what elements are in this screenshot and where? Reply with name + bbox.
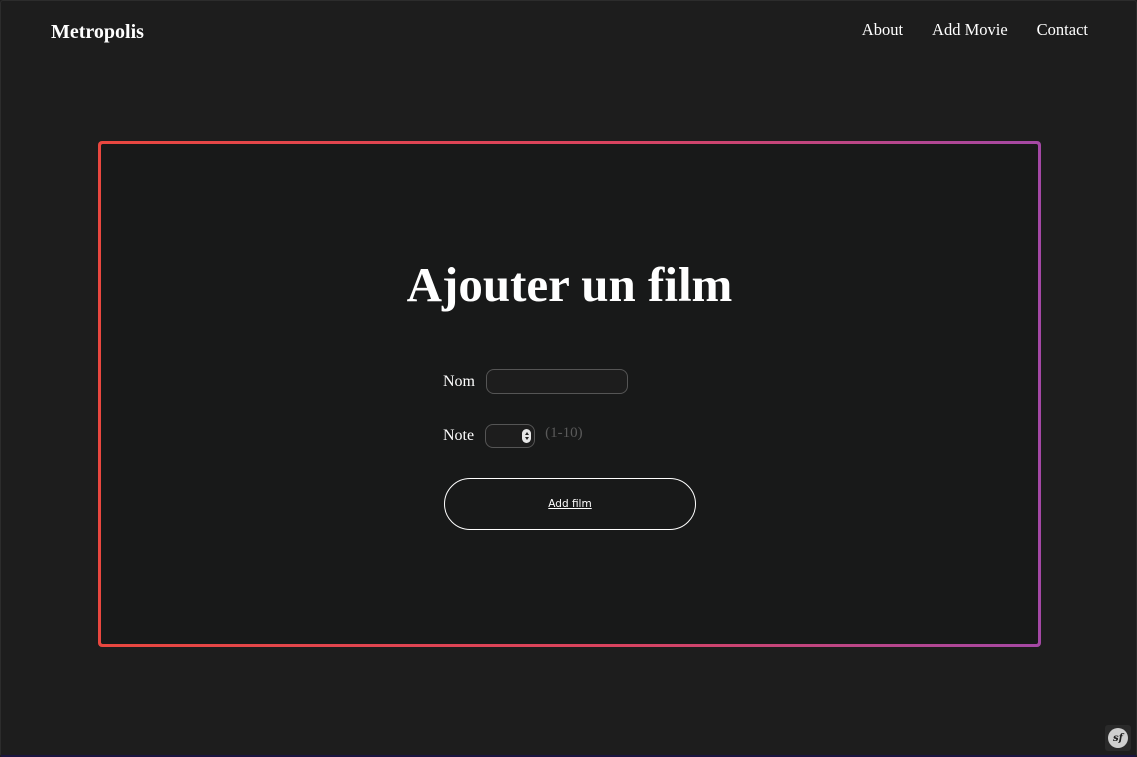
nav-link-about[interactable]: About [862,20,903,40]
navbar: Metropolis About Add Movie Contact [0,0,1137,64]
stepper-down-icon[interactable] [524,437,529,440]
note-number-input[interactable] [485,424,536,448]
note-hint: (1-10) [545,424,583,441]
nav-link-add-movie[interactable]: Add Movie [932,20,1008,40]
add-film-card-body: Ajouter un film Nom Note (1-10) Add film [101,144,1038,644]
name-row: Nom [443,369,628,394]
add-film-button-label: Add film [548,498,592,510]
add-film-button[interactable]: Add film [444,478,696,530]
name-label: Nom [443,372,475,390]
brand-link[interactable]: Metropolis [51,21,144,44]
stepper-up-icon[interactable] [524,432,529,435]
nav-links: About Add Movie Contact [862,20,1088,40]
note-row: Note (1-10) [443,424,583,448]
name-input[interactable] [486,369,628,394]
note-stepper[interactable] [522,429,532,443]
symfony-toolbar-toggle[interactable]: sf [1105,725,1131,751]
add-film-card: Ajouter un film Nom Note (1-10) Add film [98,141,1041,647]
page-title: Ajouter un film [406,257,733,312]
symfony-icon: sf [1108,728,1128,748]
nav-link-contact[interactable]: Contact [1037,20,1088,40]
note-label: Note [443,427,475,444]
